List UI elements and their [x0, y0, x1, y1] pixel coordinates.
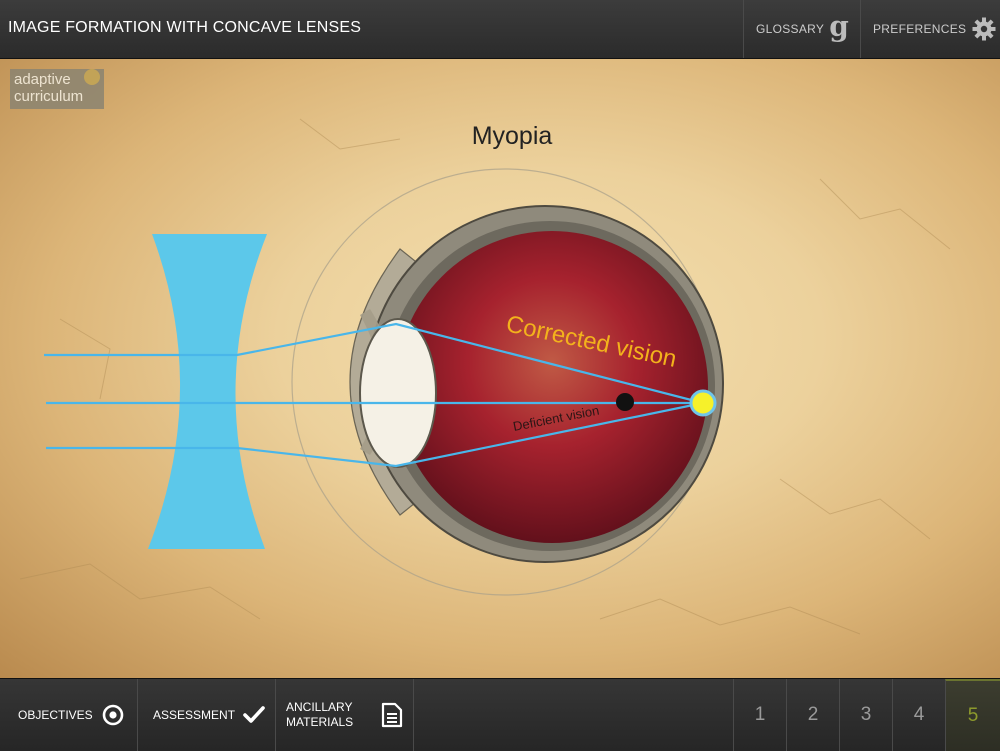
top-bar: IMAGE FORMATION WITH CONCAVE LENSES GLOS… [0, 0, 1000, 59]
simulation-stage: adaptive curriculum Myopia Corrected vis… [0, 59, 1000, 678]
ancillary-materials-label: ANCILLARY MATERIALS [286, 700, 353, 730]
objectives-button[interactable]: OBJECTIVES [0, 679, 138, 751]
crystalline-lens [359, 318, 437, 468]
corrected-focus-point [689, 389, 717, 417]
page-button-5[interactable]: 5 [945, 679, 1000, 751]
page-button-3[interactable]: 3 [839, 679, 892, 751]
assessment-button[interactable]: ASSESSMENT [138, 679, 276, 751]
gear-icon [972, 17, 996, 41]
deficient-focus-point [616, 393, 634, 411]
myopia-diagram: Myopia Corrected vision Deficient vision [19, 118, 951, 635]
target-icon [102, 704, 124, 726]
objectives-label: OBJECTIVES [18, 708, 93, 722]
concave-lens [148, 234, 267, 549]
page-button-2[interactable]: 2 [786, 679, 839, 751]
checkmark-icon [243, 705, 265, 725]
ancillary-label-line-2: MATERIALS [286, 715, 354, 729]
glossary-button[interactable]: GLOSSARY g [743, 0, 860, 58]
ancillary-materials-button[interactable]: ANCILLARY MATERIALS [276, 679, 414, 751]
bottom-bar: OBJECTIVES ASSESSMENT ANCILLARY MATERIAL… [0, 678, 1000, 751]
assessment-label: ASSESSMENT [153, 708, 236, 722]
document-icon [381, 702, 403, 728]
glossary-label: GLOSSARY [756, 22, 825, 36]
page-button-4[interactable]: 4 [892, 679, 945, 751]
ancillary-label-line-1: ANCILLARY [286, 700, 353, 714]
diagram-title: Myopia [472, 122, 553, 150]
glossary-icon: g [829, 9, 849, 43]
vitreous-body [396, 231, 708, 543]
preferences-label: PREFERENCES [873, 22, 967, 36]
preferences-button[interactable]: PREFERENCES [860, 0, 1000, 58]
app-title: IMAGE FORMATION WITH CONCAVE LENSES [8, 19, 362, 36]
page-button-1[interactable]: 1 [733, 679, 786, 751]
